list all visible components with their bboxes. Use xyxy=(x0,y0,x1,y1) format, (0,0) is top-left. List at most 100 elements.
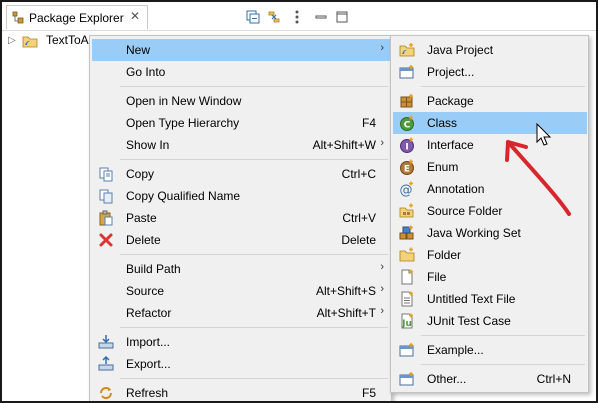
submenu-item-label: Untitled Text File xyxy=(427,292,516,306)
submenu-item-other[interactable]: Other... Ctrl+N xyxy=(393,368,587,390)
submenu-item-package[interactable]: Package xyxy=(393,90,587,112)
close-icon[interactable]: ✕ xyxy=(128,9,142,23)
menu-item-build-path[interactable]: Build Path › xyxy=(92,258,390,280)
submenu-item-label: Folder xyxy=(427,248,462,262)
menu-item-label: Source xyxy=(126,284,165,298)
package-explorer-tabbar: Package Explorer ✕ xyxy=(2,2,596,31)
paste-icon xyxy=(99,210,113,226)
menu-item-label: New xyxy=(126,43,151,57)
menu-item-shortcut: Ctrl+C xyxy=(341,167,376,181)
folder-icon xyxy=(399,247,415,262)
menu-item-import[interactable]: Import... xyxy=(92,331,390,353)
interface-icon: I xyxy=(400,137,414,153)
svg-text:Ju: Ju xyxy=(401,319,412,329)
menu-item-label: Copy Qualified Name xyxy=(126,189,241,203)
submenu-item-label: Annotation xyxy=(427,182,485,196)
menu-item-shortcut: Alt+Shift+T xyxy=(316,306,376,320)
copy-qualified-name-icon xyxy=(99,189,113,204)
menu-item-label: Delete xyxy=(126,233,161,247)
tab-package-explorer[interactable]: Package Explorer ✕ xyxy=(6,5,148,29)
menu-item-source[interactable]: Source Alt+Shift+S › xyxy=(92,280,390,302)
menu-item-label: Show In xyxy=(126,138,170,152)
submenu-separator xyxy=(421,86,585,87)
submenu-item-interface[interactable]: I Interface xyxy=(393,134,587,156)
link-with-editor-icon[interactable] xyxy=(266,9,282,25)
menu-item-delete[interactable]: Delete Delete xyxy=(92,229,390,251)
project-label: TextToAu xyxy=(46,33,96,47)
annotation-icon: @ xyxy=(400,181,413,197)
menu-item-label: Copy xyxy=(126,167,155,181)
submenu-item-class[interactable]: C Class xyxy=(393,112,587,134)
copy-icon xyxy=(99,167,113,182)
menu-item-open-type-hierarchy[interactable]: Open Type Hierarchy F4 xyxy=(92,112,390,134)
submenu-arrow-icon: › xyxy=(380,283,384,295)
submenu-item-label: Interface xyxy=(427,138,474,152)
menu-item-copy-qualified-name[interactable]: Copy Qualified Name xyxy=(92,185,390,207)
context-menu: New › Go Into Open in New Window Open Ty… xyxy=(89,35,392,401)
menu-item-refresh[interactable]: Refresh F5 xyxy=(92,382,390,401)
submenu-item-label: Enum xyxy=(427,160,459,174)
collapse-all-icon[interactable] xyxy=(245,9,261,25)
svg-text:C: C xyxy=(404,121,411,131)
export-icon xyxy=(98,356,114,371)
submenu-item-label: Source Folder xyxy=(427,204,503,218)
submenu-item-annotation[interactable]: @ Annotation xyxy=(393,178,587,200)
submenu-item-source-folder[interactable]: Source Folder xyxy=(393,200,587,222)
submenu-item-project[interactable]: Project... xyxy=(393,61,587,83)
other-icon xyxy=(399,372,414,386)
menu-item-label: Build Path xyxy=(126,262,181,276)
menu-item-label: Go Into xyxy=(126,65,166,79)
menu-item-label: Paste xyxy=(126,211,157,225)
menu-item-refactor[interactable]: Refactor Alt+Shift+T › xyxy=(92,302,390,324)
menu-item-label: Open in New Window xyxy=(126,94,242,108)
java-project-icon xyxy=(399,43,415,57)
svg-text:I: I xyxy=(405,143,408,153)
submenu-separator xyxy=(421,364,585,365)
submenu-item-label: Example... xyxy=(427,343,484,357)
menu-item-label: Import... xyxy=(126,335,171,349)
java-project-icon xyxy=(22,36,38,48)
menu-item-new[interactable]: New › xyxy=(92,39,390,61)
refresh-icon xyxy=(100,387,112,399)
submenu-item-junit-test-case[interactable]: Ju JUnit Test Case xyxy=(393,310,587,332)
submenu-item-java-project[interactable]: Java Project xyxy=(393,39,587,61)
java-working-set-icon xyxy=(399,225,414,240)
menu-item-label: Export... xyxy=(126,357,171,371)
submenu-item-label: File xyxy=(427,270,447,284)
submenu-arrow-icon: › xyxy=(380,305,384,317)
svg-text:E: E xyxy=(404,165,410,175)
menu-item-label: Refresh xyxy=(126,386,169,400)
view-menu-icon[interactable] xyxy=(289,9,305,25)
menu-item-shortcut: Alt+Shift+S xyxy=(315,284,376,298)
submenu-item-label: Class xyxy=(427,116,458,130)
submenu-item-folder[interactable]: Folder xyxy=(393,244,587,266)
menu-item-paste[interactable]: Paste Ctrl+V xyxy=(92,207,390,229)
submenu-item-enum[interactable]: E Enum xyxy=(393,156,587,178)
submenu-item-java-working-set[interactable]: Java Working Set xyxy=(393,222,587,244)
submenu-item-file[interactable]: File xyxy=(393,266,587,288)
submenu-arrow-icon: › xyxy=(380,137,384,149)
submenu-item-untitled-text-file[interactable]: Untitled Text File xyxy=(393,288,587,310)
package-icon xyxy=(400,94,413,108)
submenu-separator xyxy=(421,335,585,336)
menu-separator xyxy=(120,378,388,379)
new-submenu: Java Project Project... Package C Class … xyxy=(390,35,589,393)
menu-item-go-into[interactable]: Go Into xyxy=(92,61,390,83)
menu-item-export[interactable]: Export... xyxy=(92,353,390,375)
submenu-item-label: Java Working Set xyxy=(427,226,521,240)
untitled-text-file-icon xyxy=(401,291,413,307)
maximize-icon[interactable] xyxy=(334,9,350,25)
expand-arrow-icon[interactable]: ▷ xyxy=(8,35,16,46)
menu-item-shortcut: Alt+Shift+W xyxy=(312,138,376,152)
submenu-item-shortcut: Ctrl+N xyxy=(536,372,571,386)
menu-item-shortcut: Ctrl+V xyxy=(342,211,376,225)
submenu-item-label: Project... xyxy=(427,65,475,79)
menu-separator xyxy=(120,327,388,328)
minimize-icon[interactable] xyxy=(313,9,329,25)
menu-item-copy[interactable]: Copy Ctrl+C xyxy=(92,163,390,185)
import-icon xyxy=(98,335,114,349)
delete-icon xyxy=(99,233,113,247)
menu-item-open-in-new-window[interactable]: Open in New Window xyxy=(92,90,390,112)
menu-item-show-in[interactable]: Show In Alt+Shift+W › xyxy=(92,134,390,156)
submenu-item-example[interactable]: Example... xyxy=(393,339,587,361)
